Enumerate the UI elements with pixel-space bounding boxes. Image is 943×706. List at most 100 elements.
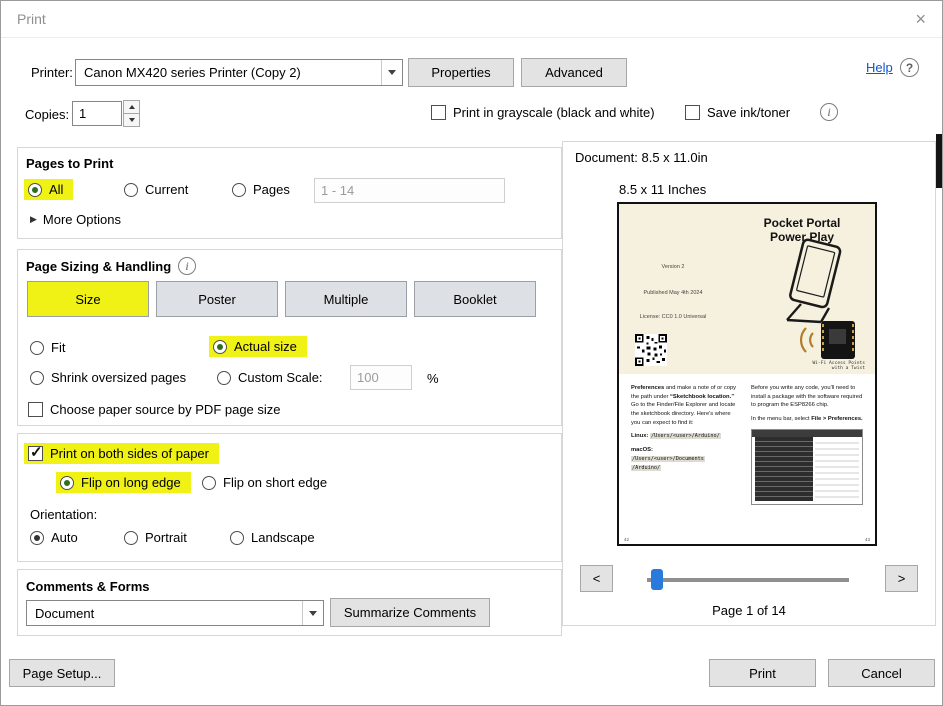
preview-column-left: Preferences and make a note of or copy t… (631, 384, 739, 478)
save-ink-checkbox[interactable]: Save ink/toner (685, 105, 790, 120)
page-range-input[interactable] (314, 178, 505, 203)
comments-forms-group: Comments & Forms Document Summarize Comm… (17, 569, 562, 636)
radio-landscape-label: Landscape (251, 530, 315, 545)
radio-icon[interactable] (28, 182, 42, 197)
page-indicator: Page 1 of 14 (712, 603, 786, 618)
radio-auto[interactable]: Auto (30, 530, 78, 545)
printer-label: Printer: (31, 65, 73, 80)
both-sides-checkbox[interactable]: Print on both sides of paper (24, 443, 219, 464)
radio-icon[interactable] (124, 530, 138, 545)
radio-landscape[interactable]: Landscape (230, 530, 315, 545)
radio-pages-label: Pages (253, 182, 290, 197)
checkbox-icon[interactable] (431, 105, 446, 120)
mode-multiple-button[interactable]: Multiple (285, 281, 407, 317)
radio-flip-long[interactable]: Flip on long edge (56, 472, 191, 493)
chevron-down-icon[interactable] (302, 601, 323, 625)
info-icon[interactable]: i (178, 257, 196, 275)
preview-paragraph: In the menu bar, select File > Preferenc… (751, 416, 863, 423)
mode-size-button[interactable]: Size (27, 281, 149, 317)
preview-license: License: CC0 1.0 Universal (639, 314, 707, 320)
previous-page-button[interactable]: < (580, 565, 613, 592)
radio-icon[interactable] (30, 340, 44, 355)
preview-linux-path: Linux: /Users/<user>/Arduino/ (631, 433, 721, 440)
preview-macos-path: macOS:/Users/<user>/Documents/Arduino/ (631, 447, 705, 471)
radio-icon[interactable] (30, 370, 44, 385)
more-options-expander[interactable]: ▶ More Options (30, 212, 121, 227)
radio-all[interactable]: All (24, 179, 74, 200)
properties-button[interactable]: Properties (408, 58, 514, 87)
document-size-label: Document: 8.5 x 11.0in (575, 150, 708, 165)
copies-input[interactable] (72, 101, 122, 126)
radio-flip-short-label: Flip on short edge (223, 475, 328, 490)
preview-paragraph: Preferences and make a note of or copy t… (631, 385, 737, 426)
radio-actual-size[interactable]: Actual size (209, 336, 307, 357)
next-page-button[interactable]: > (885, 565, 918, 592)
screen-edge-artifact (936, 134, 942, 188)
copies-stepper[interactable] (123, 100, 140, 127)
pages-to-print-group: Pages to Print All Current Pages ▶ More … (17, 147, 562, 239)
screenshot-text-lines (815, 441, 859, 500)
grayscale-label: Print in grayscale (black and white) (453, 105, 655, 120)
preview-panel: Document: 8.5 x 11.0in 8.5 x 11 Inches P… (562, 141, 936, 626)
radio-icon[interactable] (230, 530, 244, 545)
radio-fit-label: Fit (51, 340, 66, 355)
qr-code-icon (635, 334, 667, 366)
stepper-up-icon[interactable] (123, 100, 140, 114)
paper-source-checkbox[interactable]: Choose paper source by PDF page size (28, 402, 281, 417)
slider-handle[interactable] (651, 569, 663, 590)
radio-icon[interactable] (232, 182, 246, 197)
radio-portrait[interactable]: Portrait (124, 530, 187, 545)
menu-screenshot (751, 428, 863, 505)
mode-booklet-button[interactable]: Booklet (414, 281, 536, 317)
page-sizing-group: Page Sizing & Handling i Size Poster Mul… (17, 249, 562, 426)
checkbox-icon[interactable] (685, 105, 700, 120)
radio-icon[interactable] (213, 339, 227, 354)
screenshot-dropdown (755, 436, 813, 501)
titlebar: Print × (1, 1, 942, 38)
radio-shrink-oversized[interactable]: Shrink oversized pages (30, 370, 186, 385)
paper-source-label: Choose paper source by PDF page size (50, 402, 281, 417)
chevron-down-icon[interactable] (381, 60, 402, 85)
summarize-comments-button[interactable]: Summarize Comments (330, 598, 490, 627)
mode-poster-button[interactable]: Poster (156, 281, 278, 317)
print-button[interactable]: Print (709, 659, 816, 687)
help-link[interactable]: Help (866, 60, 893, 75)
info-icon[interactable]: i (820, 103, 838, 121)
page-sizing-title: Page Sizing & Handling (26, 259, 172, 274)
preview-footer-left: 42 (624, 537, 630, 542)
circuit-board-illustration (799, 321, 855, 359)
stepper-down-icon[interactable] (123, 114, 140, 127)
radio-fit[interactable]: Fit (30, 340, 65, 355)
percent-label: % (427, 371, 439, 386)
radio-flip-short[interactable]: Flip on short edge (202, 475, 327, 490)
radio-current[interactable]: Current (124, 182, 188, 197)
radio-icon[interactable] (60, 475, 74, 490)
checkbox-icon[interactable] (28, 402, 43, 417)
radio-shrink-label: Shrink oversized pages (51, 370, 187, 385)
preview-slider[interactable] (647, 578, 849, 582)
preview-version: Version 2 (661, 264, 685, 270)
radio-icon[interactable] (124, 182, 138, 197)
close-icon[interactable]: × (915, 9, 926, 30)
preview-caption: Wi-Fi Access Points with a Twist (812, 361, 865, 371)
checkbox-icon[interactable] (28, 443, 43, 461)
page-setup-button[interactable]: Page Setup... (9, 659, 115, 687)
advanced-button[interactable]: Advanced (521, 58, 627, 87)
pages-to-print-title: Pages to Print (26, 156, 114, 171)
radio-icon[interactable] (30, 530, 44, 545)
comments-select[interactable]: Document (26, 600, 324, 626)
cancel-button[interactable]: Cancel (828, 659, 935, 687)
grayscale-checkbox[interactable]: Print in grayscale (black and white) (431, 105, 655, 120)
radio-pages[interactable]: Pages (232, 182, 290, 197)
both-sides-label: Print on both sides of paper (50, 446, 209, 461)
comments-select-value: Document (35, 605, 95, 621)
radio-icon[interactable] (217, 370, 231, 385)
paper-size-label: 8.5 x 11 Inches (619, 182, 707, 197)
phone-illustration (786, 238, 842, 324)
preview-footer-right: 43 (864, 537, 870, 542)
printer-select[interactable]: Canon MX420 series Printer (Copy 2) (75, 59, 403, 86)
radio-custom-scale[interactable]: Custom Scale: (217, 370, 323, 385)
help-icon[interactable]: ? (900, 58, 919, 77)
custom-scale-input[interactable] (350, 365, 412, 390)
radio-icon[interactable] (202, 475, 216, 490)
